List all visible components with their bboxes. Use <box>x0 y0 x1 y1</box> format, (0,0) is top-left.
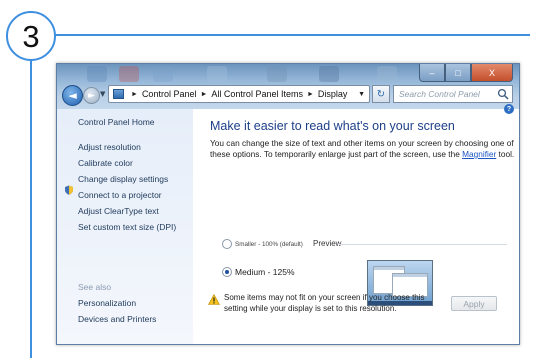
search-icon[interactable] <box>497 88 509 100</box>
chevron-right-icon: ► <box>131 90 138 98</box>
shield-icon <box>65 185 73 195</box>
see-also-heading: See also <box>78 282 112 292</box>
sidebar-item-cleartype[interactable]: Adjust ClearType text <box>78 206 159 216</box>
titlebar-decoration <box>267 66 287 82</box>
preview-label: Preview <box>313 239 342 248</box>
radio-smaller[interactable] <box>222 239 232 249</box>
titlebar-decoration <box>319 66 339 82</box>
page-description: You can change the size of text and othe… <box>210 138 515 160</box>
sidebar-item-projector[interactable]: Connect to a projector <box>78 190 162 200</box>
radio-medium[interactable] <box>222 267 232 277</box>
main-content: ? Make it easier to read what's on your … <box>193 104 519 344</box>
warning-text: Some items may not fit on your screen if… <box>224 293 425 313</box>
window-titlebar: – □ X ◄ ► ▼ ► Control Panel ► All Contro… <box>57 64 519 109</box>
step-number-badge: 3 <box>6 11 56 61</box>
refresh-icon: ↻ <box>376 88 386 100</box>
help-icon[interactable]: ? <box>504 104 514 114</box>
step-side-line <box>30 58 32 358</box>
sidebar-item-personalization[interactable]: Personalization <box>78 298 136 308</box>
forward-button[interactable]: ► <box>83 87 100 104</box>
chevron-down-icon[interactable]: ▼ <box>354 91 369 98</box>
option-smaller[interactable]: Smaller - 100% (default) <box>222 239 303 249</box>
refresh-button[interactable]: ↻ <box>372 85 390 103</box>
minimize-icon: – <box>429 67 435 78</box>
sidebar-item-calibrate-color[interactable]: Calibrate color <box>78 158 133 168</box>
back-arrow-icon: ◄ <box>68 89 77 102</box>
step-number: 3 <box>22 18 40 54</box>
titlebar-decoration <box>377 66 397 82</box>
breadcrumb-display[interactable]: Display <box>318 89 348 99</box>
option-medium[interactable]: Medium - 125% <box>222 267 295 277</box>
titlebar-decoration <box>207 66 227 82</box>
description-text-end: tool. <box>496 149 515 159</box>
page-title: Make it easier to read what's on your sc… <box>210 119 455 133</box>
sidebar-item-display-settings[interactable]: Change display settings <box>78 174 168 184</box>
control-panel-icon <box>113 89 124 99</box>
chevron-right-icon: ► <box>306 90 314 98</box>
forward-arrow-icon: ► <box>88 90 95 101</box>
recent-pages-dropdown[interactable]: ▼ <box>100 90 105 98</box>
sidebar-item-devices-printers[interactable]: Devices and Printers <box>78 314 156 324</box>
option-medium-label: Medium - 125% <box>235 267 295 277</box>
close-button[interactable]: X <box>471 64 513 82</box>
maximize-icon: □ <box>455 67 461 78</box>
sidebar-item-home[interactable]: Control Panel Home <box>78 117 155 127</box>
warning-icon <box>208 294 220 305</box>
step-divider-line <box>44 34 530 36</box>
address-bar[interactable]: ► Control Panel ► All Control Panel Item… <box>108 85 370 103</box>
sidebar: Control Panel Home Adjust resolution Cal… <box>57 109 193 344</box>
breadcrumb-control-panel[interactable]: Control Panel <box>142 89 197 99</box>
caption-buttons: – □ X <box>419 64 513 82</box>
display-window: – □ X ◄ ► ▼ ► Control Panel ► All Contro… <box>56 63 520 345</box>
titlebar-decoration <box>153 66 173 82</box>
close-icon: X <box>488 67 495 78</box>
apply-button[interactable]: Apply <box>451 296 497 311</box>
maximize-button[interactable]: □ <box>445 64 471 82</box>
titlebar-decoration <box>87 66 107 82</box>
option-smaller-label: Smaller - 100% (default) <box>235 240 303 248</box>
search-input[interactable]: Search Control Panel <box>399 89 480 99</box>
back-button[interactable]: ◄ <box>62 85 83 106</box>
preview-divider <box>339 244 507 245</box>
sidebar-item-custom-dpi[interactable]: Set custom text size (DPI) <box>78 222 176 232</box>
sidebar-item-adjust-resolution[interactable]: Adjust resolution <box>78 142 141 152</box>
breadcrumb-all-items[interactable]: All Control Panel Items <box>211 89 303 99</box>
search-box[interactable]: Search Control Panel <box>393 85 513 103</box>
chevron-right-icon: ► <box>200 90 208 98</box>
titlebar-decoration <box>119 66 139 82</box>
minimize-button[interactable]: – <box>419 64 445 82</box>
magnifier-link[interactable]: Magnifier <box>462 149 496 159</box>
